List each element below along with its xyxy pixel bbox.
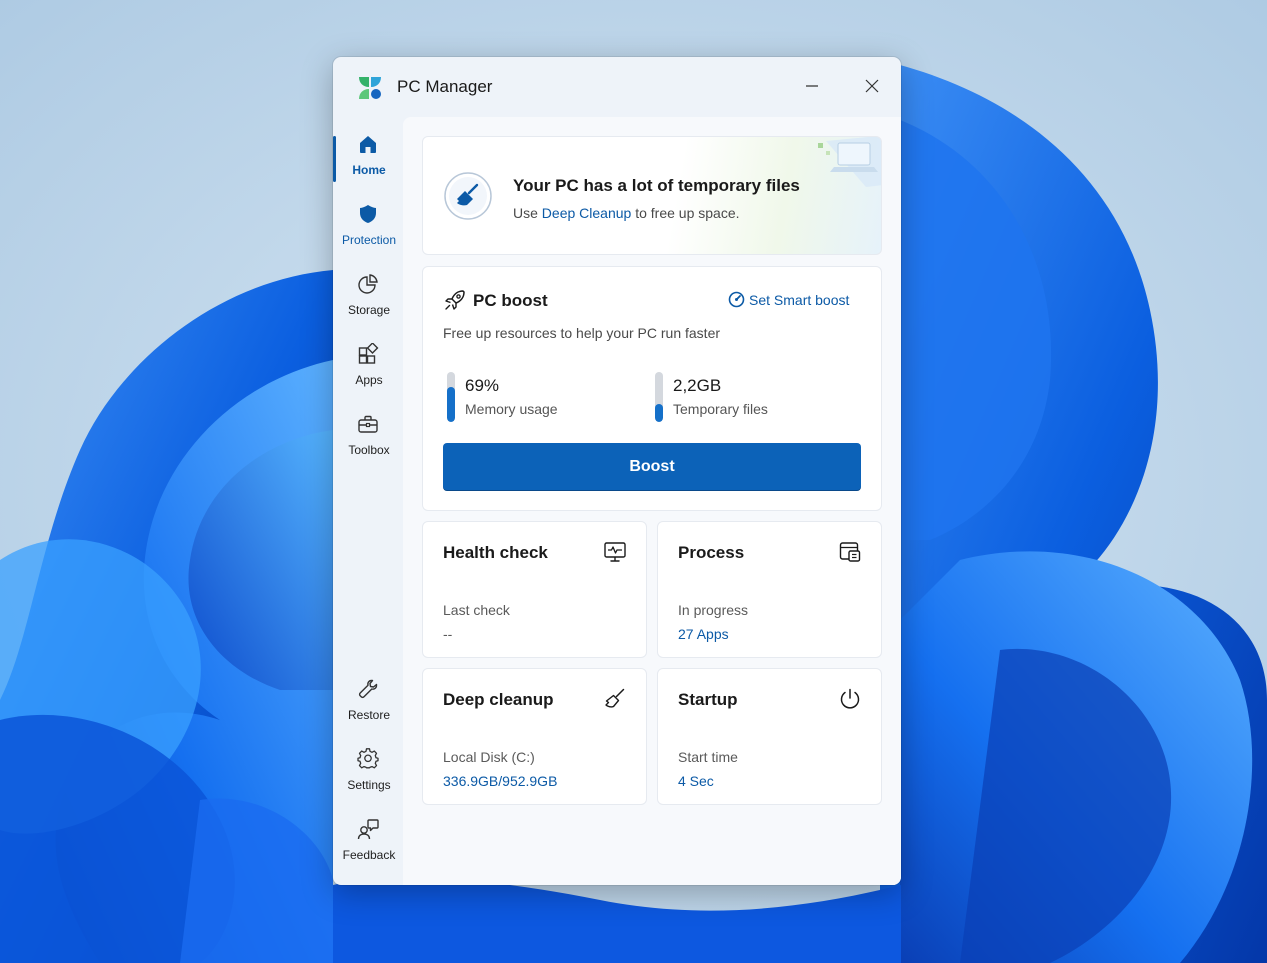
sidebar-item-feedback[interactable]: Feedback xyxy=(333,812,403,872)
pc-manager-window: PC Manager Home Protection Storage Apps … xyxy=(333,57,901,885)
broom-icon xyxy=(605,688,625,708)
sidebar-item-toolbox[interactable]: Toolbox xyxy=(333,407,403,467)
deep-cleanup-link[interactable]: Deep Cleanup xyxy=(542,205,632,221)
sidebar-item-label: Feedback xyxy=(342,848,396,862)
feedback-icon xyxy=(357,819,379,840)
deep-cleanup-title: Deep cleanup xyxy=(443,690,554,709)
sidebar-item-label: Protection xyxy=(341,233,397,247)
deep-cleanup-label: Local Disk (C:) xyxy=(443,749,535,765)
temporary-files-value: 2,2GB xyxy=(673,376,722,395)
health-check-card[interactable]: Health check Last check -- xyxy=(422,521,647,658)
boost-button[interactable]: Boost xyxy=(443,443,861,491)
set-smart-boost-link[interactable]: Set Smart boost xyxy=(728,291,849,308)
sidebar-item-home[interactable]: Home xyxy=(333,127,403,187)
sidebar-item-label: Restore xyxy=(347,708,391,722)
temporary-files-meter-fill xyxy=(655,404,663,422)
pc-manager-logo-icon xyxy=(359,77,381,99)
sidebar-item-label: Apps xyxy=(355,373,383,387)
sidebar-nav: Home Protection Storage Apps Toolbox Res… xyxy=(333,127,403,885)
toolbox-icon xyxy=(358,415,378,433)
pc-boost-title: PC boost xyxy=(473,291,548,310)
wrench-icon xyxy=(358,679,378,699)
minimize-icon xyxy=(806,85,818,87)
deep-cleanup-value: 336.9GB/952.9GB xyxy=(443,773,558,789)
banner-title: Your PC has a lot of temporary files xyxy=(513,176,800,195)
temporary-files-meter xyxy=(655,372,663,422)
health-check-title: Health check xyxy=(443,543,548,562)
process-card[interactable]: Process In progress 27 Apps xyxy=(657,521,882,658)
title-bar: PC Manager xyxy=(333,57,901,117)
startup-value: 4 Sec xyxy=(678,773,714,789)
speedometer-icon xyxy=(728,291,745,308)
banner-subtitle: Use Deep Cleanup to free up space. xyxy=(513,205,740,221)
gear-icon xyxy=(357,748,379,769)
sidebar-item-apps[interactable]: Apps xyxy=(333,337,403,397)
temporary-files-label: Temporary files xyxy=(673,401,768,417)
sidebar-item-restore[interactable]: Restore xyxy=(333,672,403,732)
shield-icon xyxy=(360,205,376,223)
monitor-pulse-icon xyxy=(604,542,626,562)
banner-subtitle-text: Use xyxy=(513,205,542,221)
sidebar-item-settings[interactable]: Settings xyxy=(333,742,403,802)
pie-chart-icon xyxy=(358,274,378,294)
process-title: Process xyxy=(678,543,745,562)
pc-boost-description: Free up resources to help your PC run fa… xyxy=(443,325,721,341)
close-icon xyxy=(865,79,879,93)
sidebar-item-protection[interactable]: Protection xyxy=(333,197,403,257)
sidebar-item-label: Home xyxy=(352,163,386,177)
process-icon xyxy=(839,542,861,562)
startup-title: Startup xyxy=(678,690,738,709)
process-label: In progress xyxy=(678,602,749,618)
apps-icon xyxy=(358,343,379,364)
banner-subtitle-text: to free up space. xyxy=(631,205,740,221)
memory-usage-label: Memory usage xyxy=(465,401,558,417)
pc-boost-card: PC boost Set Smart boost Free up resourc… xyxy=(422,266,882,511)
sidebar-item-label: Toolbox xyxy=(348,443,390,457)
sidebar-item-label: Storage xyxy=(347,303,391,317)
app-title: PC Manager xyxy=(397,77,493,96)
rocket-icon xyxy=(445,290,465,310)
startup-card[interactable]: Startup Start time 4 Sec xyxy=(657,668,882,805)
sidebar-item-storage[interactable]: Storage xyxy=(333,267,403,327)
memory-usage-meter-fill xyxy=(447,387,455,422)
health-check-value: -- xyxy=(443,626,453,642)
process-value: 27 Apps xyxy=(678,626,729,642)
sidebar-item-label: Settings xyxy=(347,778,391,792)
close-button[interactable] xyxy=(854,71,890,101)
minimize-button[interactable] xyxy=(794,71,830,101)
laptop-illustration-icon xyxy=(818,137,881,187)
startup-label: Start time xyxy=(678,749,738,765)
set-smart-boost-label: Set Smart boost xyxy=(749,291,850,308)
temp-files-banner[interactable]: Your PC has a lot of temporary files Use… xyxy=(422,136,882,255)
main-content: Your PC has a lot of temporary files Use… xyxy=(403,117,901,885)
deep-cleanup-card[interactable]: Deep cleanup Local Disk (C:) 336.9GB/952… xyxy=(422,668,647,805)
health-check-label: Last check xyxy=(443,602,510,618)
broom-icon xyxy=(444,172,492,220)
memory-usage-meter xyxy=(447,372,455,422)
memory-usage-value: 69% xyxy=(465,376,500,395)
power-icon xyxy=(840,688,860,709)
home-icon xyxy=(360,136,376,153)
